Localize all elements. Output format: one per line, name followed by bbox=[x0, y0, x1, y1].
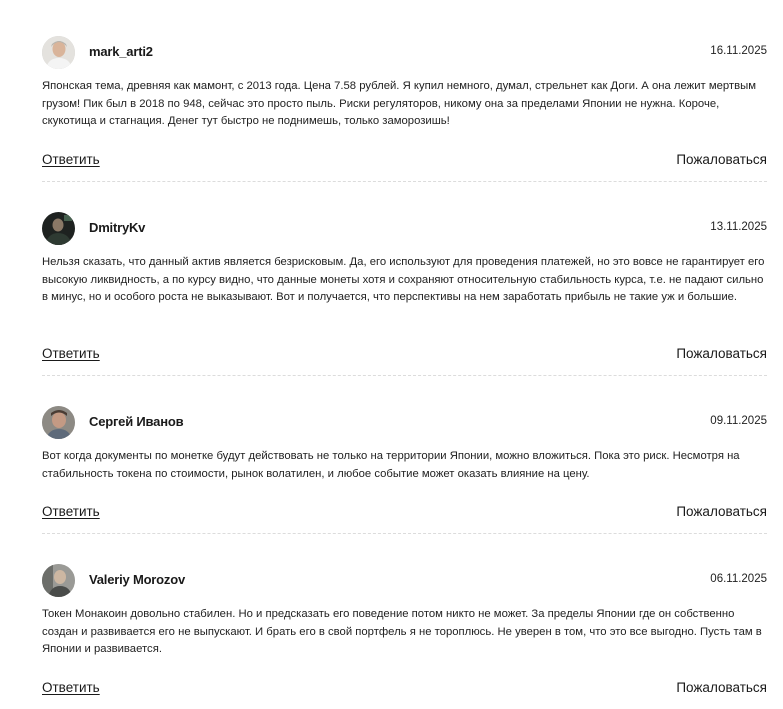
comment-author[interactable]: mark_arti2 bbox=[89, 44, 153, 59]
comment-divider bbox=[42, 181, 767, 182]
comment-text: Токен Монакоин довольно стабилен. Но и п… bbox=[42, 608, 762, 655]
comment-header: DmitryKv 13.11.2025 bbox=[42, 212, 767, 246]
comment-header: mark_arti2 16.11.2025 bbox=[42, 36, 767, 70]
comment-date: 09.11.2025 bbox=[710, 415, 767, 427]
comment-text: Нельзя сказать, что данный актив являетс… bbox=[42, 256, 765, 303]
comment-divider bbox=[42, 533, 767, 534]
avatar[interactable] bbox=[42, 406, 75, 439]
comment-author[interactable]: DmitryKv bbox=[89, 220, 145, 235]
comment-date: 13.11.2025 bbox=[710, 221, 767, 233]
comment-author[interactable]: Valeriy Morozov bbox=[89, 572, 185, 587]
report-link[interactable]: Пожаловаться bbox=[676, 346, 767, 361]
user-photo-avatar-icon bbox=[42, 564, 75, 597]
comment-date: 16.11.2025 bbox=[710, 45, 767, 57]
comment-author[interactable]: Сергей Иванов bbox=[89, 414, 184, 429]
comment: Сергей Иванов 09.11.2025 Вот когда докум… bbox=[42, 406, 767, 542]
avatar[interactable] bbox=[42, 36, 75, 69]
comment-header: Valeriy Morozov 06.11.2025 bbox=[42, 564, 767, 598]
reply-link[interactable]: Ответить bbox=[42, 152, 100, 167]
comment-divider bbox=[42, 375, 767, 376]
reply-link[interactable]: Ответить bbox=[42, 504, 100, 519]
report-link[interactable]: Пожаловаться bbox=[676, 152, 767, 167]
comments-list: mark_arti2 16.11.2025 Японская тема, дре… bbox=[0, 0, 783, 709]
user-photo-avatar-icon bbox=[42, 212, 75, 245]
comment-header: Сергей Иванов 09.11.2025 bbox=[42, 406, 767, 440]
user-photo-avatar-icon bbox=[42, 36, 75, 69]
comment-date: 06.11.2025 bbox=[710, 573, 767, 585]
reply-link[interactable]: Ответить bbox=[42, 346, 100, 361]
reply-link[interactable]: Ответить bbox=[42, 680, 100, 695]
comment: Valeriy Morozov 06.11.2025 Токен Монакои… bbox=[42, 564, 767, 704]
report-link[interactable]: Пожаловаться bbox=[676, 680, 767, 695]
comment-text: Японская тема, древняя как мамонт, с 201… bbox=[42, 80, 756, 127]
comment: DmitryKv 13.11.2025 Нельзя сказать, что … bbox=[42, 212, 767, 382]
comment: mark_arti2 16.11.2025 Японская тема, дре… bbox=[42, 36, 767, 186]
avatar[interactable] bbox=[42, 212, 75, 245]
comment-text: Вот когда документы по монетке будут дей… bbox=[42, 450, 740, 480]
report-link[interactable]: Пожаловаться bbox=[676, 504, 767, 519]
user-photo-avatar-icon bbox=[42, 406, 75, 439]
avatar[interactable] bbox=[42, 564, 75, 597]
